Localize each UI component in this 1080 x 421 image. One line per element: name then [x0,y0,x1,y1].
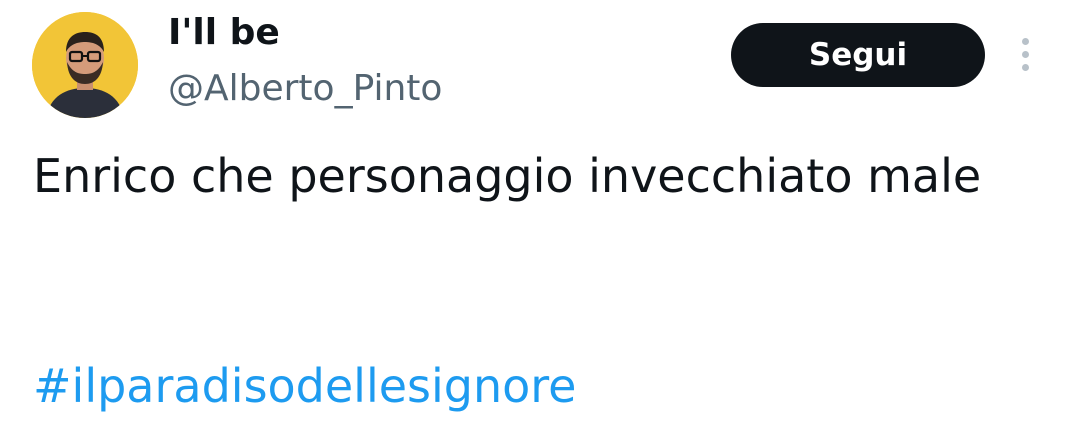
more-options-button[interactable] [1008,32,1044,78]
vertical-ellipsis-icon [1022,64,1029,71]
author-avatar[interactable] [32,12,138,118]
tweet-card: I'll be @Alberto_Pinto Segui Enrico che … [0,0,1080,421]
author-display-name[interactable]: I'll be [168,10,280,56]
vertical-ellipsis-icon [1022,38,1029,45]
avatar-photo-icon [32,12,138,118]
author-handle[interactable]: @Alberto_Pinto [168,66,442,112]
vertical-ellipsis-icon [1022,51,1029,58]
hashtag-link[interactable]: #ilparadisodellesignore [33,356,577,416]
follow-button[interactable]: Segui [731,23,985,87]
tweet-text: Enrico che personaggio invecchiato male [33,149,982,203]
